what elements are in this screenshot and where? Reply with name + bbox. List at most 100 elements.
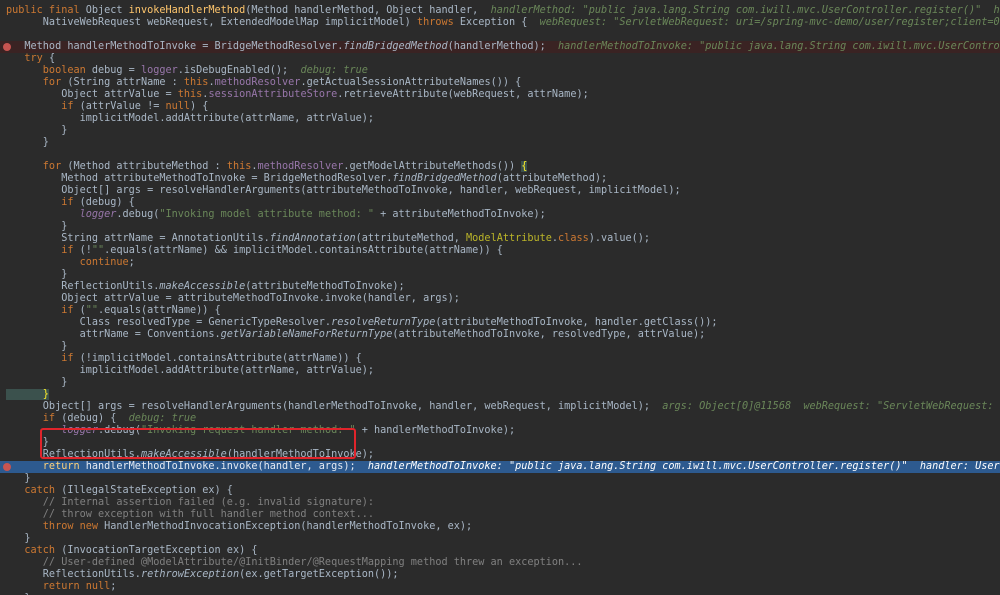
code-line[interactable]: } [0, 221, 1000, 233]
code-token: // Internal assertion failed (e.g. inval… [6, 497, 375, 508]
code-token: continue [6, 257, 129, 268]
code-line[interactable]: } [0, 473, 1000, 485]
code-token: (Method handlerMethod, Object handler, [245, 5, 491, 16]
code-token: debug: true [300, 65, 368, 76]
code-token: (! [79, 245, 92, 256]
code-line[interactable]: } [0, 389, 1000, 401]
code-line[interactable] [0, 149, 1000, 161]
code-token: HandlerMethodInvocationException(handler… [104, 521, 473, 532]
code-line-content: implicitModel.addAttribute(attrName, att… [0, 113, 374, 124]
code-token: (attributeMethodToInvoke, handler.getCla… [435, 317, 718, 328]
highlight-box [40, 428, 356, 459]
code-line[interactable] [0, 29, 1000, 41]
code-token: (IllegalStateException ex) { [61, 485, 233, 496]
code-line-content: if (attrValue != null) { [0, 101, 208, 112]
code-line[interactable]: } [0, 341, 1000, 353]
breakpoint-icon[interactable] [3, 43, 11, 51]
code-line-content: catch (IllegalStateException ex) { [0, 485, 233, 496]
code-line-content: // throw exception with full handler met… [0, 509, 374, 520]
code-token: debug: true [128, 413, 197, 424]
code-line[interactable]: // throw exception with full handler met… [0, 509, 1000, 521]
code-token: (String attrName : [67, 77, 184, 88]
code-line[interactable]: try { [0, 53, 1000, 65]
code-line-content: Method attributeMethodToInvoke = BridgeM… [0, 173, 607, 184]
code-line[interactable]: // User-defined @ModelAttribute/@InitBin… [0, 557, 1000, 569]
code-token: ; [128, 257, 135, 268]
code-token: return null [6, 581, 111, 592]
code-line[interactable]: // Internal assertion failed (e.g. inval… [0, 497, 1000, 509]
code-token: (attrValue != [79, 101, 166, 112]
code-editor[interactable]: public final Object invokeHandlerMethod(… [0, 0, 1000, 595]
code-token: + attributeMethodToInvoke); [374, 209, 546, 220]
code-token: logger [140, 65, 178, 76]
code-line[interactable]: return null; [0, 581, 1000, 593]
code-line[interactable]: for (Method attributeMethod : this.metho… [0, 161, 1000, 173]
code-line-content: } [0, 269, 67, 280]
code-line[interactable]: Class resolvedType = GenericTypeResolver… [0, 317, 1000, 329]
code-token: attrName = Conventions. [6, 329, 221, 340]
code-line[interactable]: continue; [0, 257, 1000, 269]
code-line-content: } [0, 473, 31, 484]
current-execution-line[interactable]: return handlerMethodToInvoke.invoke(hand… [0, 461, 1000, 473]
code-line[interactable]: } [0, 125, 1000, 137]
breakpoint-line[interactable]: Method handlerMethodToInvoke = BridgeMet… [0, 41, 1000, 53]
code-line[interactable]: Method attributeMethodToInvoke = BridgeM… [0, 173, 1000, 185]
code-line[interactable]: boolean debug = logger.isDebugEnabled();… [0, 65, 1000, 77]
code-line[interactable]: catch (InvocationTargetException ex) { [0, 545, 1000, 557]
breakpoint-icon[interactable] [3, 463, 11, 471]
code-token: } [6, 125, 68, 136]
code-line-content: Method handlerMethodToInvoke = BridgeMet… [0, 41, 1000, 52]
code-token: implicitModel.addAttribute(attrName, att… [6, 365, 375, 376]
code-line[interactable]: for (String attrName : this.methodResolv… [0, 77, 1000, 89]
code-line-content: throw new HandlerMethodInvocationExcepti… [0, 521, 472, 532]
code-line[interactable]: NativeWebRequest webRequest, ExtendedMod… [0, 17, 1000, 29]
code-line-content: if (debug) { [0, 197, 135, 208]
code-line[interactable]: implicitModel.addAttribute(attrName, att… [0, 365, 1000, 377]
code-token: .getModelAttributeMethods()) [343, 161, 522, 172]
code-line[interactable]: attrName = Conventions.getVariableNameFo… [0, 329, 1000, 341]
code-line[interactable]: String attrName = AnnotationUtils.findAn… [0, 233, 1000, 245]
code-line[interactable]: ReflectionUtils.rethrowException(ex.getT… [0, 569, 1000, 581]
code-line[interactable]: if (!"".equals(attrName) && implicitMode… [0, 245, 1000, 257]
code-token: (ex.getTargetException()); [239, 569, 399, 580]
code-line-content: } [0, 533, 30, 544]
code-token: methodResolver [257, 161, 344, 172]
code-line[interactable]: } [0, 377, 1000, 389]
code-line[interactable]: logger.debug("Invoking model attribute m… [0, 209, 1000, 221]
code-line-content: if (!implicitModel.containsAttribute(att… [0, 353, 362, 364]
code-token: ReflectionUtils. [6, 569, 141, 580]
code-token: Object [85, 5, 129, 16]
code-line[interactable]: public final Object invokeHandlerMethod(… [0, 5, 1000, 17]
code-line[interactable]: if (attrValue != null) { [0, 101, 1000, 113]
code-line[interactable]: throw new HandlerMethodInvocationExcepti… [0, 521, 1000, 533]
code-line[interactable]: Object attrValue = attributeMethodToInvo… [0, 293, 1000, 305]
code-line[interactable]: ReflectionUtils.makeAccessible(attribute… [0, 281, 1000, 293]
code-token: ModelAttribute [466, 233, 552, 244]
code-line[interactable]: implicitModel.addAttribute(attrName, att… [0, 113, 1000, 125]
code-token: this [183, 77, 209, 88]
code-line[interactable]: } [0, 137, 1000, 149]
code-line[interactable]: Object[] args = resolveHandlerArguments(… [0, 185, 1000, 197]
code-token: class [558, 233, 589, 244]
code-line-content: Object attrValue = attributeMethodToInvo… [0, 293, 460, 304]
code-line[interactable]: } [0, 533, 1000, 545]
code-line[interactable]: Object attrValue = this.sessionAttribute… [0, 89, 1000, 101]
code-line[interactable]: if (!implicitModel.containsAttribute(att… [0, 353, 1000, 365]
code-line-content: ReflectionUtils.rethrowException(ex.getT… [0, 569, 399, 580]
code-token: ; [110, 581, 117, 592]
code-line[interactable]: if (debug) { [0, 197, 1000, 209]
code-line[interactable]: Object[] args = resolveHandlerArguments(… [0, 401, 1000, 413]
code-token: this [177, 89, 203, 100]
code-line[interactable]: if (debug) { debug: true [0, 413, 1000, 425]
code-token: } [6, 473, 31, 484]
code-line[interactable]: } [0, 269, 1000, 281]
code-token: invokeHandlerMethod [128, 5, 246, 16]
code-line[interactable]: catch (IllegalStateException ex) { [0, 485, 1000, 497]
code-token: methodResolver [214, 77, 301, 88]
code-line[interactable]: if ("".equals(attrName)) { [0, 305, 1000, 317]
code-token: (attributeMethod, [355, 233, 467, 244]
code-line-content: // Internal assertion failed (e.g. inval… [0, 497, 374, 508]
code-line-content: catch (InvocationTargetException ex) { [0, 545, 257, 556]
code-token: } [6, 137, 49, 148]
code-line-content: ReflectionUtils.makeAccessible(attribute… [0, 281, 405, 292]
